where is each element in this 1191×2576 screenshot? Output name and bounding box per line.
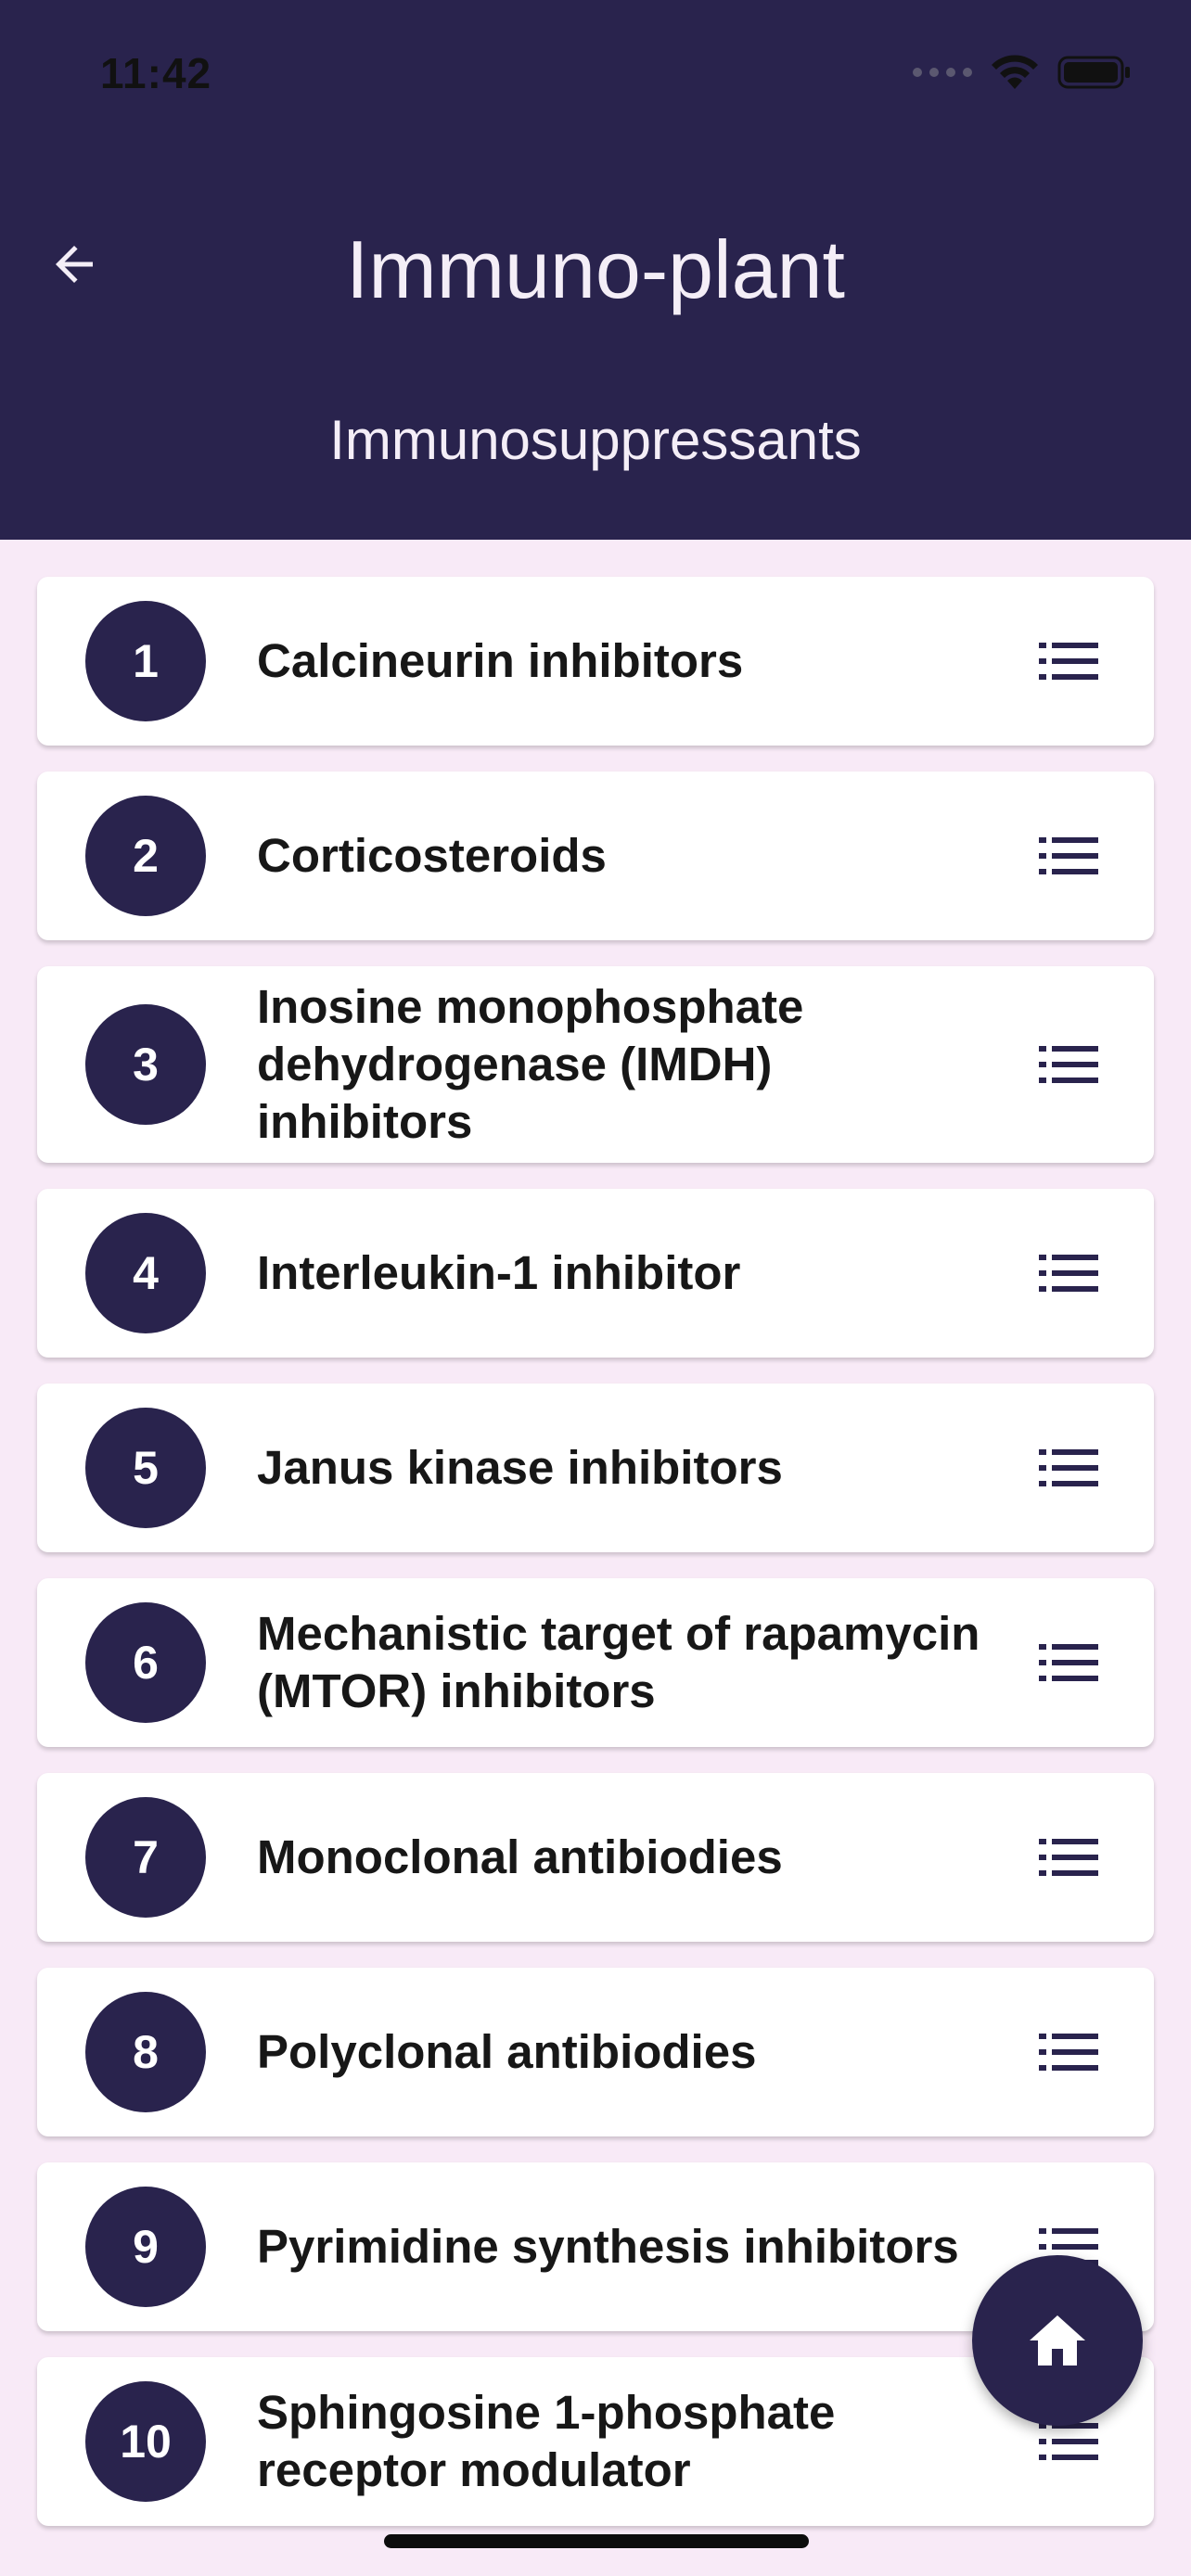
item-number-badge: 8 [85,1992,206,2112]
app-header: 11:42 Immuno-plant Immunosuppressants [0,0,1191,540]
item-label: Inosine monophosphate dehydrogenase (IMD… [257,980,804,1148]
list-item[interactable]: 7 Monoclonal antibiodies [37,1773,1154,1942]
battery-icon [1057,56,1130,89]
item-label: Corticosteroids [257,829,607,882]
list-icon[interactable] [1039,1446,1098,1490]
category-list: 1 Calcineurin inhibitors 2 Corticosteroi… [37,577,1154,2552]
list-item[interactable]: 2 Corticosteroids [37,772,1154,940]
item-number-badge: 3 [85,1004,206,1125]
wifi-icon [992,55,1038,89]
item-number-badge: 10 [85,2381,206,2502]
item-number-badge: 9 [85,2187,206,2307]
status-time: 11:42 [100,49,212,97]
list-icon[interactable] [1039,639,1098,683]
item-label: Monoclonal antibiodies [257,1830,783,1883]
item-label: Calcineurin inhibitors [257,634,744,687]
list-icon[interactable] [1039,2030,1098,2074]
list-icon[interactable] [1039,1251,1098,1295]
home-indicator [384,2534,809,2548]
item-label: Sphingosine 1-phosphate receptor modulat… [257,2386,836,2496]
item-number-badge: 4 [85,1213,206,1333]
list-item[interactable]: 1 Calcineurin inhibitors [37,577,1154,746]
item-label: Janus kinase inhibitors [257,1441,783,1494]
list-icon[interactable] [1039,1835,1098,1880]
list-item[interactable]: 3 Inosine monophosphate dehydrogenase (I… [37,966,1154,1163]
list-icon[interactable] [1039,2419,1098,2464]
home-fab-button[interactable] [972,2255,1143,2426]
item-number-badge: 6 [85,1602,206,1723]
item-number-badge: 5 [85,1408,206,1528]
status-icons [913,54,1132,91]
list-item[interactable]: 5 Janus kinase inhibitors [37,1384,1154,1552]
list-icon[interactable] [1039,834,1098,878]
list-icon[interactable] [1039,1640,1098,1685]
item-label: Interleukin-1 inhibitor [257,1246,741,1299]
item-label: Polyclonal antibiodies [257,2025,757,2078]
item-label: Mechanistic target of rapamycin (MTOR) i… [257,1607,980,1717]
item-number-badge: 2 [85,796,206,916]
list-item[interactable]: 8 Polyclonal antibiodies [37,1968,1154,2136]
item-number-badge: 7 [85,1797,206,1918]
item-number-badge: 1 [85,601,206,721]
item-label: Pyrimidine synthesis inhibitors [257,2220,959,2273]
list-item[interactable]: 6 Mechanistic target of rapamycin (MTOR)… [37,1578,1154,1747]
page-title: Immuno-plant [345,223,845,315]
list-item[interactable]: 4 Interleukin-1 inhibitor [37,1189,1154,1358]
home-icon [1030,2315,1085,2366]
list-icon[interactable] [1039,1042,1098,1087]
signal-dots-icon [913,68,972,77]
page-subtitle: Immunosuppressants [329,409,862,471]
